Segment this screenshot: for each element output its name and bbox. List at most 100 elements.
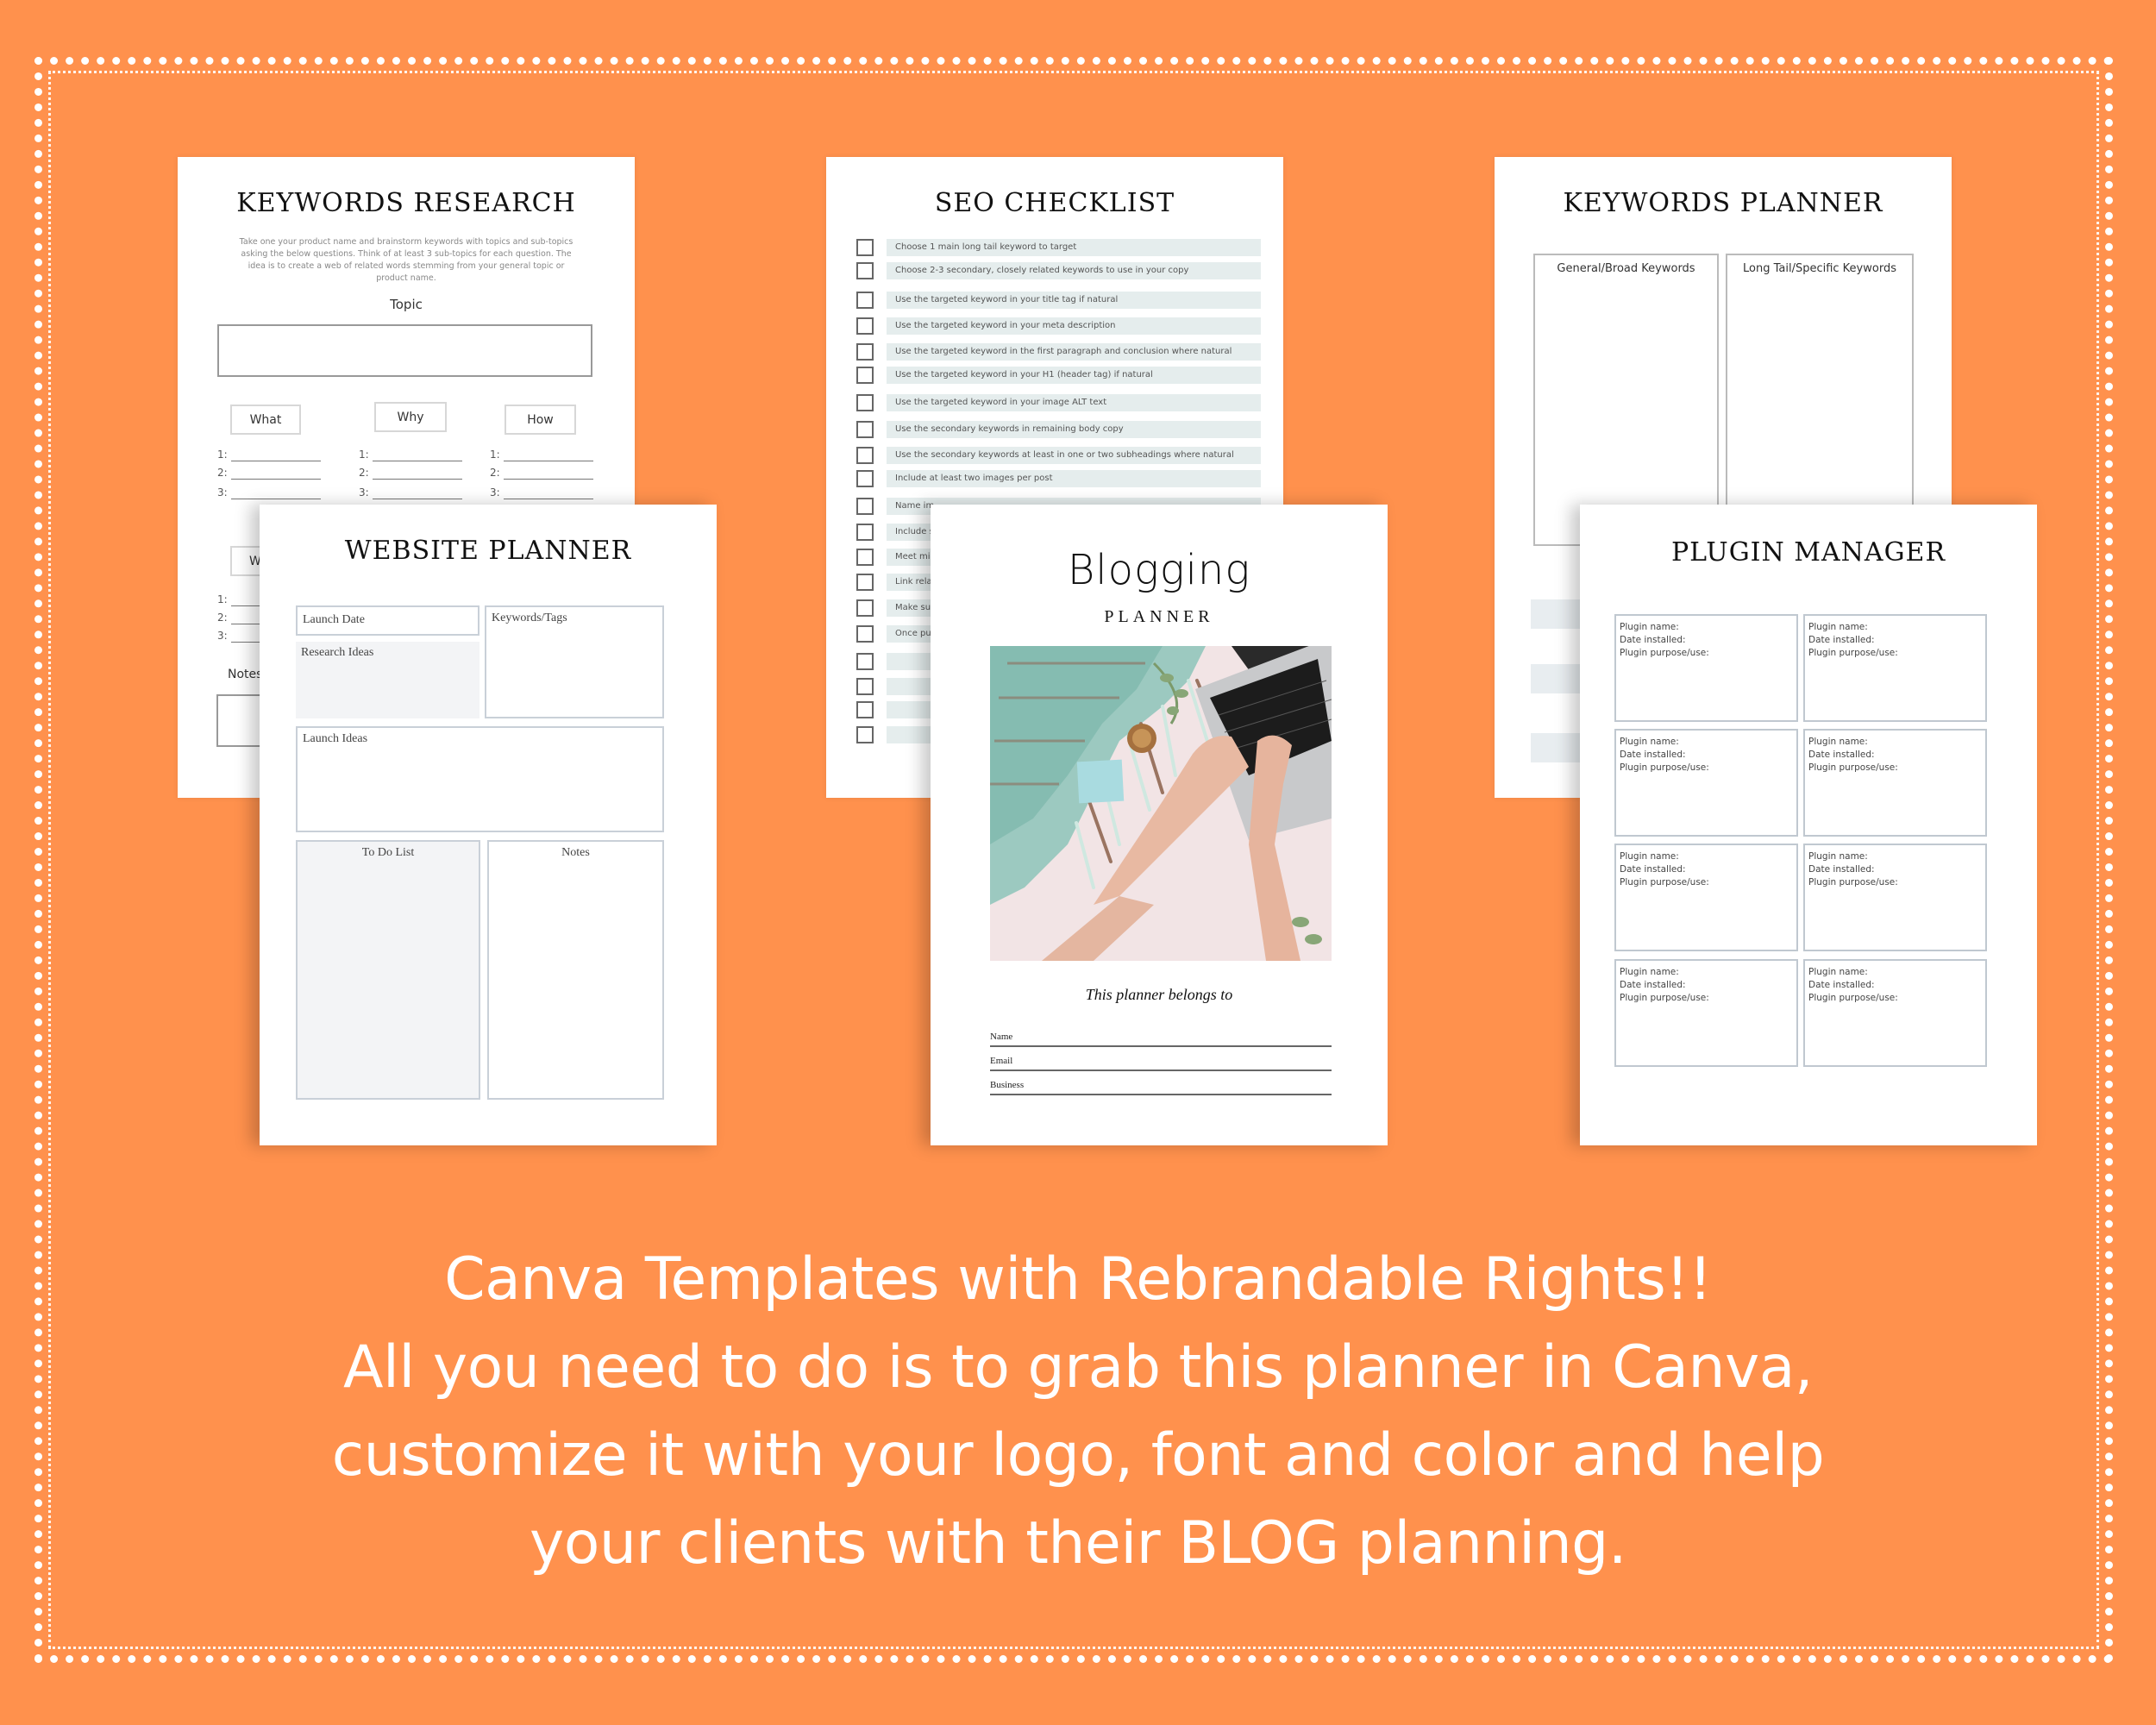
field-label: To Do List: [361, 846, 415, 859]
launch-ideas-field[interactable]: Launch Ideas: [296, 726, 664, 832]
line-number: 1:: [490, 448, 500, 461]
plugin-field-label: Date installed:: [1620, 980, 1686, 990]
checklist-item: Use the secondary keywords at least in o…: [887, 447, 1261, 464]
line-number: 1:: [217, 593, 228, 605]
cover-subtitle: PLANNER: [1104, 607, 1214, 626]
line-number: 1:: [217, 448, 228, 461]
checkbox[interactable]: [856, 292, 874, 309]
checkbox[interactable]: [856, 262, 874, 279]
plugin-card[interactable]: Plugin name: Date installed: Plugin purpos…: [1614, 844, 1798, 951]
plugin-card[interactable]: Plugin name: Date installed: Plugin purpos…: [1614, 614, 1798, 722]
page-title: SEO CHECKLIST: [934, 188, 1175, 218]
todo-list-field[interactable]: To Do List: [296, 840, 480, 1100]
cover-title: Blogging: [1067, 546, 1251, 594]
checkbox[interactable]: [856, 470, 874, 487]
plugin-field-label: Plugin purpose/use:: [1620, 762, 1709, 773]
blogging-planner-cover: Blogging PLANNER This planner belongs to…: [931, 505, 1388, 1145]
page-title: WEBSITE PLANNER: [344, 536, 632, 566]
promo-line: customize it with your logo, font and co…: [331, 1421, 1825, 1490]
field-label: Keywords/Tags: [492, 612, 567, 624]
checkbox[interactable]: [856, 574, 874, 591]
field-label: Launch Date: [303, 613, 365, 626]
plugin-manager-page: PLUGIN MANAGER Plugin name: Date installe…: [1580, 505, 2037, 1145]
checklist-item: Use the targeted keyword in your image A…: [887, 394, 1261, 411]
checkbox[interactable]: [856, 394, 874, 411]
plugin-field-label: Plugin name:: [1808, 967, 1868, 977]
checkbox[interactable]: [856, 421, 874, 438]
plugin-field-label: Plugin purpose/use:: [1808, 993, 1898, 1003]
line-number: 2:: [217, 612, 228, 624]
checkbox[interactable]: [856, 653, 874, 670]
checkbox[interactable]: [856, 447, 874, 464]
topic-field[interactable]: [217, 324, 592, 377]
line-number: 3:: [217, 630, 228, 642]
plugin-field-label: Plugin purpose/use:: [1620, 877, 1709, 888]
launch-date-field[interactable]: Launch Date: [296, 605, 479, 636]
plugin-card[interactable]: Plugin name: Date installed: Plugin purpos…: [1614, 729, 1798, 837]
answer-line[interactable]: [231, 479, 321, 480]
question-how: How: [505, 405, 576, 435]
promo-line: All you need to do is to grab this plann…: [342, 1333, 1814, 1402]
plugin-card[interactable]: Plugin name: Date installed: Plugin purpos…: [1803, 959, 1987, 1067]
checklist-item: Choose 2-3 secondary, closely related ke…: [887, 262, 1261, 279]
intro-text: Take one your product name and brainstor…: [239, 237, 573, 283]
field-label: Launch Ideas: [303, 732, 368, 745]
field-label: Notes: [561, 846, 590, 859]
promo-text: Canva Templates with Rebrandable Rights!…: [0, 1236, 2156, 1588]
plugin-card[interactable]: Plugin name: Date installed: Plugin purpos…: [1803, 844, 1987, 951]
line-number: 3:: [217, 486, 228, 499]
checklist-item: Use the targeted keyword in your H1 (hea…: [887, 367, 1261, 384]
question-what: What: [230, 405, 301, 435]
field-label: Name: [990, 1032, 1013, 1042]
plugin-card[interactable]: Plugin name: Date installed: Plugin purpos…: [1803, 614, 1987, 722]
checklist-item: Use the targeted keyword in your title t…: [887, 292, 1261, 309]
plugin-field-label: Date installed:: [1808, 864, 1875, 875]
promo-line: your clients with their BLOG planning.: [530, 1509, 1626, 1578]
checklist-item: Use the secondary keywords in remaining …: [887, 421, 1261, 438]
checkbox[interactable]: [856, 549, 874, 566]
research-ideas-field[interactable]: Research Ideas: [296, 642, 479, 718]
checkbox[interactable]: [856, 498, 874, 515]
line-number: 3:: [359, 486, 369, 499]
column-header: Long Tail/Specific Keywords: [1743, 262, 1896, 275]
checklist-item: Choose 1 main long tail keyword to targe…: [887, 239, 1261, 256]
checkbox[interactable]: [856, 239, 874, 256]
plugin-field-label: Plugin purpose/use:: [1808, 648, 1898, 658]
promo-line: Canva Templates with Rebrandable Rights!…: [444, 1245, 1712, 1314]
plugin-card[interactable]: Plugin name: Date installed: Plugin purpos…: [1614, 959, 1798, 1067]
keyword-column-general: General/Broad Keywords: [1533, 254, 1719, 546]
column-header: General/Broad Keywords: [1557, 262, 1695, 275]
plugin-field-label: Plugin purpose/use:: [1620, 993, 1709, 1003]
answer-line[interactable]: [373, 479, 462, 480]
checkbox[interactable]: [856, 317, 874, 335]
checkbox[interactable]: [856, 524, 874, 541]
checkbox[interactable]: [856, 343, 874, 361]
line-number: 3:: [490, 486, 500, 499]
keywords-tags-field[interactable]: Keywords/Tags: [485, 605, 664, 718]
plugin-field-label: Date installed:: [1620, 635, 1686, 645]
field-line[interactable]: [990, 1094, 1332, 1095]
field-line[interactable]: [990, 1045, 1332, 1047]
plugin-card[interactable]: Plugin name: Date installed: Plugin purpos…: [1803, 729, 1987, 837]
plugin-field-label: Date installed:: [1620, 864, 1686, 875]
notes-field[interactable]: Notes: [487, 840, 664, 1100]
plugin-field-label: Plugin purpose/use:: [1808, 762, 1898, 773]
checkbox[interactable]: [856, 599, 874, 617]
checkbox[interactable]: [856, 701, 874, 718]
plugin-field-label: Plugin name:: [1808, 622, 1868, 632]
plugin-field-label: Plugin purpose/use:: [1620, 648, 1709, 658]
checkbox[interactable]: [856, 678, 874, 695]
field-label: Business: [990, 1080, 1025, 1090]
notes-label: Notes: [228, 668, 263, 681]
answer-line[interactable]: [504, 479, 593, 480]
plugin-field-label: Plugin purpose/use:: [1808, 877, 1898, 888]
website-planner-page: WEBSITE PLANNER Launch Date Research Ide…: [260, 505, 717, 1145]
checkbox[interactable]: [856, 625, 874, 643]
checkbox[interactable]: [856, 367, 874, 384]
desk-laptop-photo: [990, 646, 1332, 961]
plugin-field-label: Plugin name:: [1808, 851, 1868, 862]
field-line[interactable]: [990, 1070, 1332, 1071]
checkbox[interactable]: [856, 726, 874, 743]
plugin-field-label: Plugin name:: [1620, 737, 1679, 747]
plugin-field-label: Date installed:: [1808, 750, 1875, 760]
